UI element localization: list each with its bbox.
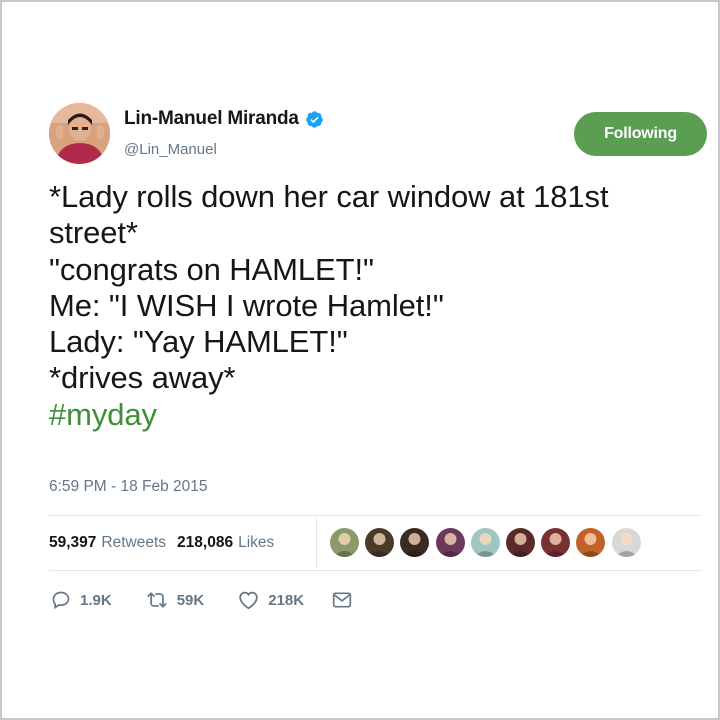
author-avatar[interactable] xyxy=(49,103,110,164)
liker-avatar-8[interactable] xyxy=(576,528,606,557)
liker-avatar-1[interactable] xyxy=(330,528,359,557)
likes-count[interactable]: 218,086 xyxy=(177,534,233,552)
liker-avatar-9[interactable] xyxy=(611,528,641,557)
liker-avatar-5[interactable] xyxy=(470,528,500,557)
likes-label[interactable]: Likes xyxy=(238,534,274,552)
tweet-text: *Lady rolls down her car window at 181st… xyxy=(49,179,699,433)
author-handle[interactable]: @Lin_Manuel xyxy=(124,141,217,158)
retweet-button[interactable]: 59K xyxy=(146,590,205,610)
following-button[interactable]: Following xyxy=(574,112,707,156)
divider xyxy=(49,515,702,516)
retweet-icon xyxy=(146,592,167,608)
retweets-count[interactable]: 59,397 xyxy=(49,534,96,552)
author-display-name[interactable]: Lin-Manuel Miranda xyxy=(124,108,299,130)
liker-avatar-6[interactable] xyxy=(505,528,535,557)
tweet-line: *drives away* xyxy=(49,360,236,396)
liker-avatar-7[interactable] xyxy=(541,528,571,557)
tweet-line: "congrats on HAMLET!" xyxy=(49,251,374,287)
tweet-line: *Lady rolls down her car window at 181st xyxy=(49,179,609,214)
heart-icon xyxy=(239,591,258,610)
hashtag-link[interactable]: #myday xyxy=(49,397,699,433)
reply-count: 1.9K xyxy=(80,591,112,609)
like-count: 218K xyxy=(268,591,305,609)
envelope-icon xyxy=(332,592,352,608)
reply-icon xyxy=(52,591,70,610)
retweets-label[interactable]: Retweets xyxy=(101,534,166,552)
reply-button[interactable]: 1.9K xyxy=(51,590,112,610)
tweet-timestamp[interactable]: 6:59 PM - 18 Feb 2015 xyxy=(49,478,208,496)
retweet-count: 59K xyxy=(176,591,205,609)
tweet-line: Lady: "Yay HAMLET!" xyxy=(49,324,348,360)
liker-avatar-3[interactable] xyxy=(400,528,430,557)
verified-badge-icon xyxy=(305,110,323,128)
liker-avatars xyxy=(330,528,647,557)
author-name-row: Lin-Manuel Miranda xyxy=(124,108,324,130)
liker-avatar-4[interactable] xyxy=(435,528,465,557)
like-button[interactable]: 218K xyxy=(238,590,304,610)
tweet-actions: 1.9K 59K 218K xyxy=(51,590,352,610)
divider xyxy=(49,570,702,571)
tweet-line: street* xyxy=(49,215,138,251)
liker-avatar-2[interactable] xyxy=(365,528,395,557)
tweet-line: Me: "I WISH I wrote Hamlet!" xyxy=(49,287,444,323)
tweet-card: Lin-Manuel Miranda @Lin_Manuel Following… xyxy=(0,0,720,720)
direct-message-button[interactable] xyxy=(332,591,352,609)
engagement-stats: 59,397 Retweets 218,086 Likes xyxy=(49,534,274,552)
stats-separator xyxy=(316,518,317,568)
